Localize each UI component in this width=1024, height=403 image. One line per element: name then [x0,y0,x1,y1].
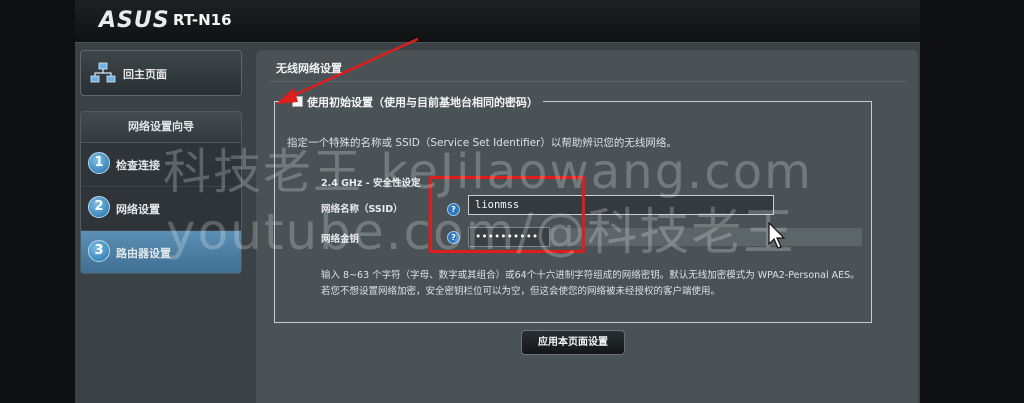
network-key-note: 输入 8~63 个字符（字母、数字或其组合）或64个十六进制字符组成的网络密钥。… [321,270,860,297]
annotation-arrow-icon [276,37,419,104]
step-number-icon: 1 [88,152,110,174]
home-button[interactable]: 回主页面 [80,50,242,96]
home-button-label: 回主页面 [123,68,167,81]
apply-settings-button[interactable]: 应用本页面设置 [521,330,625,355]
wizard-step-label: 检查连接 [116,159,160,172]
step-number-icon: 3 [88,240,110,262]
model-name: RT-N16 [173,11,232,29]
step-number-icon: 2 [88,196,110,218]
wizard-step-label: 路由器设置 [116,247,171,260]
header-bar: ASUS RT-N16 [75,0,920,43]
network-icon [90,62,116,83]
watermark-line-2: youtube.com/@科技老王 [166,203,796,261]
mouse-pointer-icon [768,222,786,249]
brand-logo: ASUS [99,8,170,33]
wizard-step-label: 网络设置 [116,203,160,216]
